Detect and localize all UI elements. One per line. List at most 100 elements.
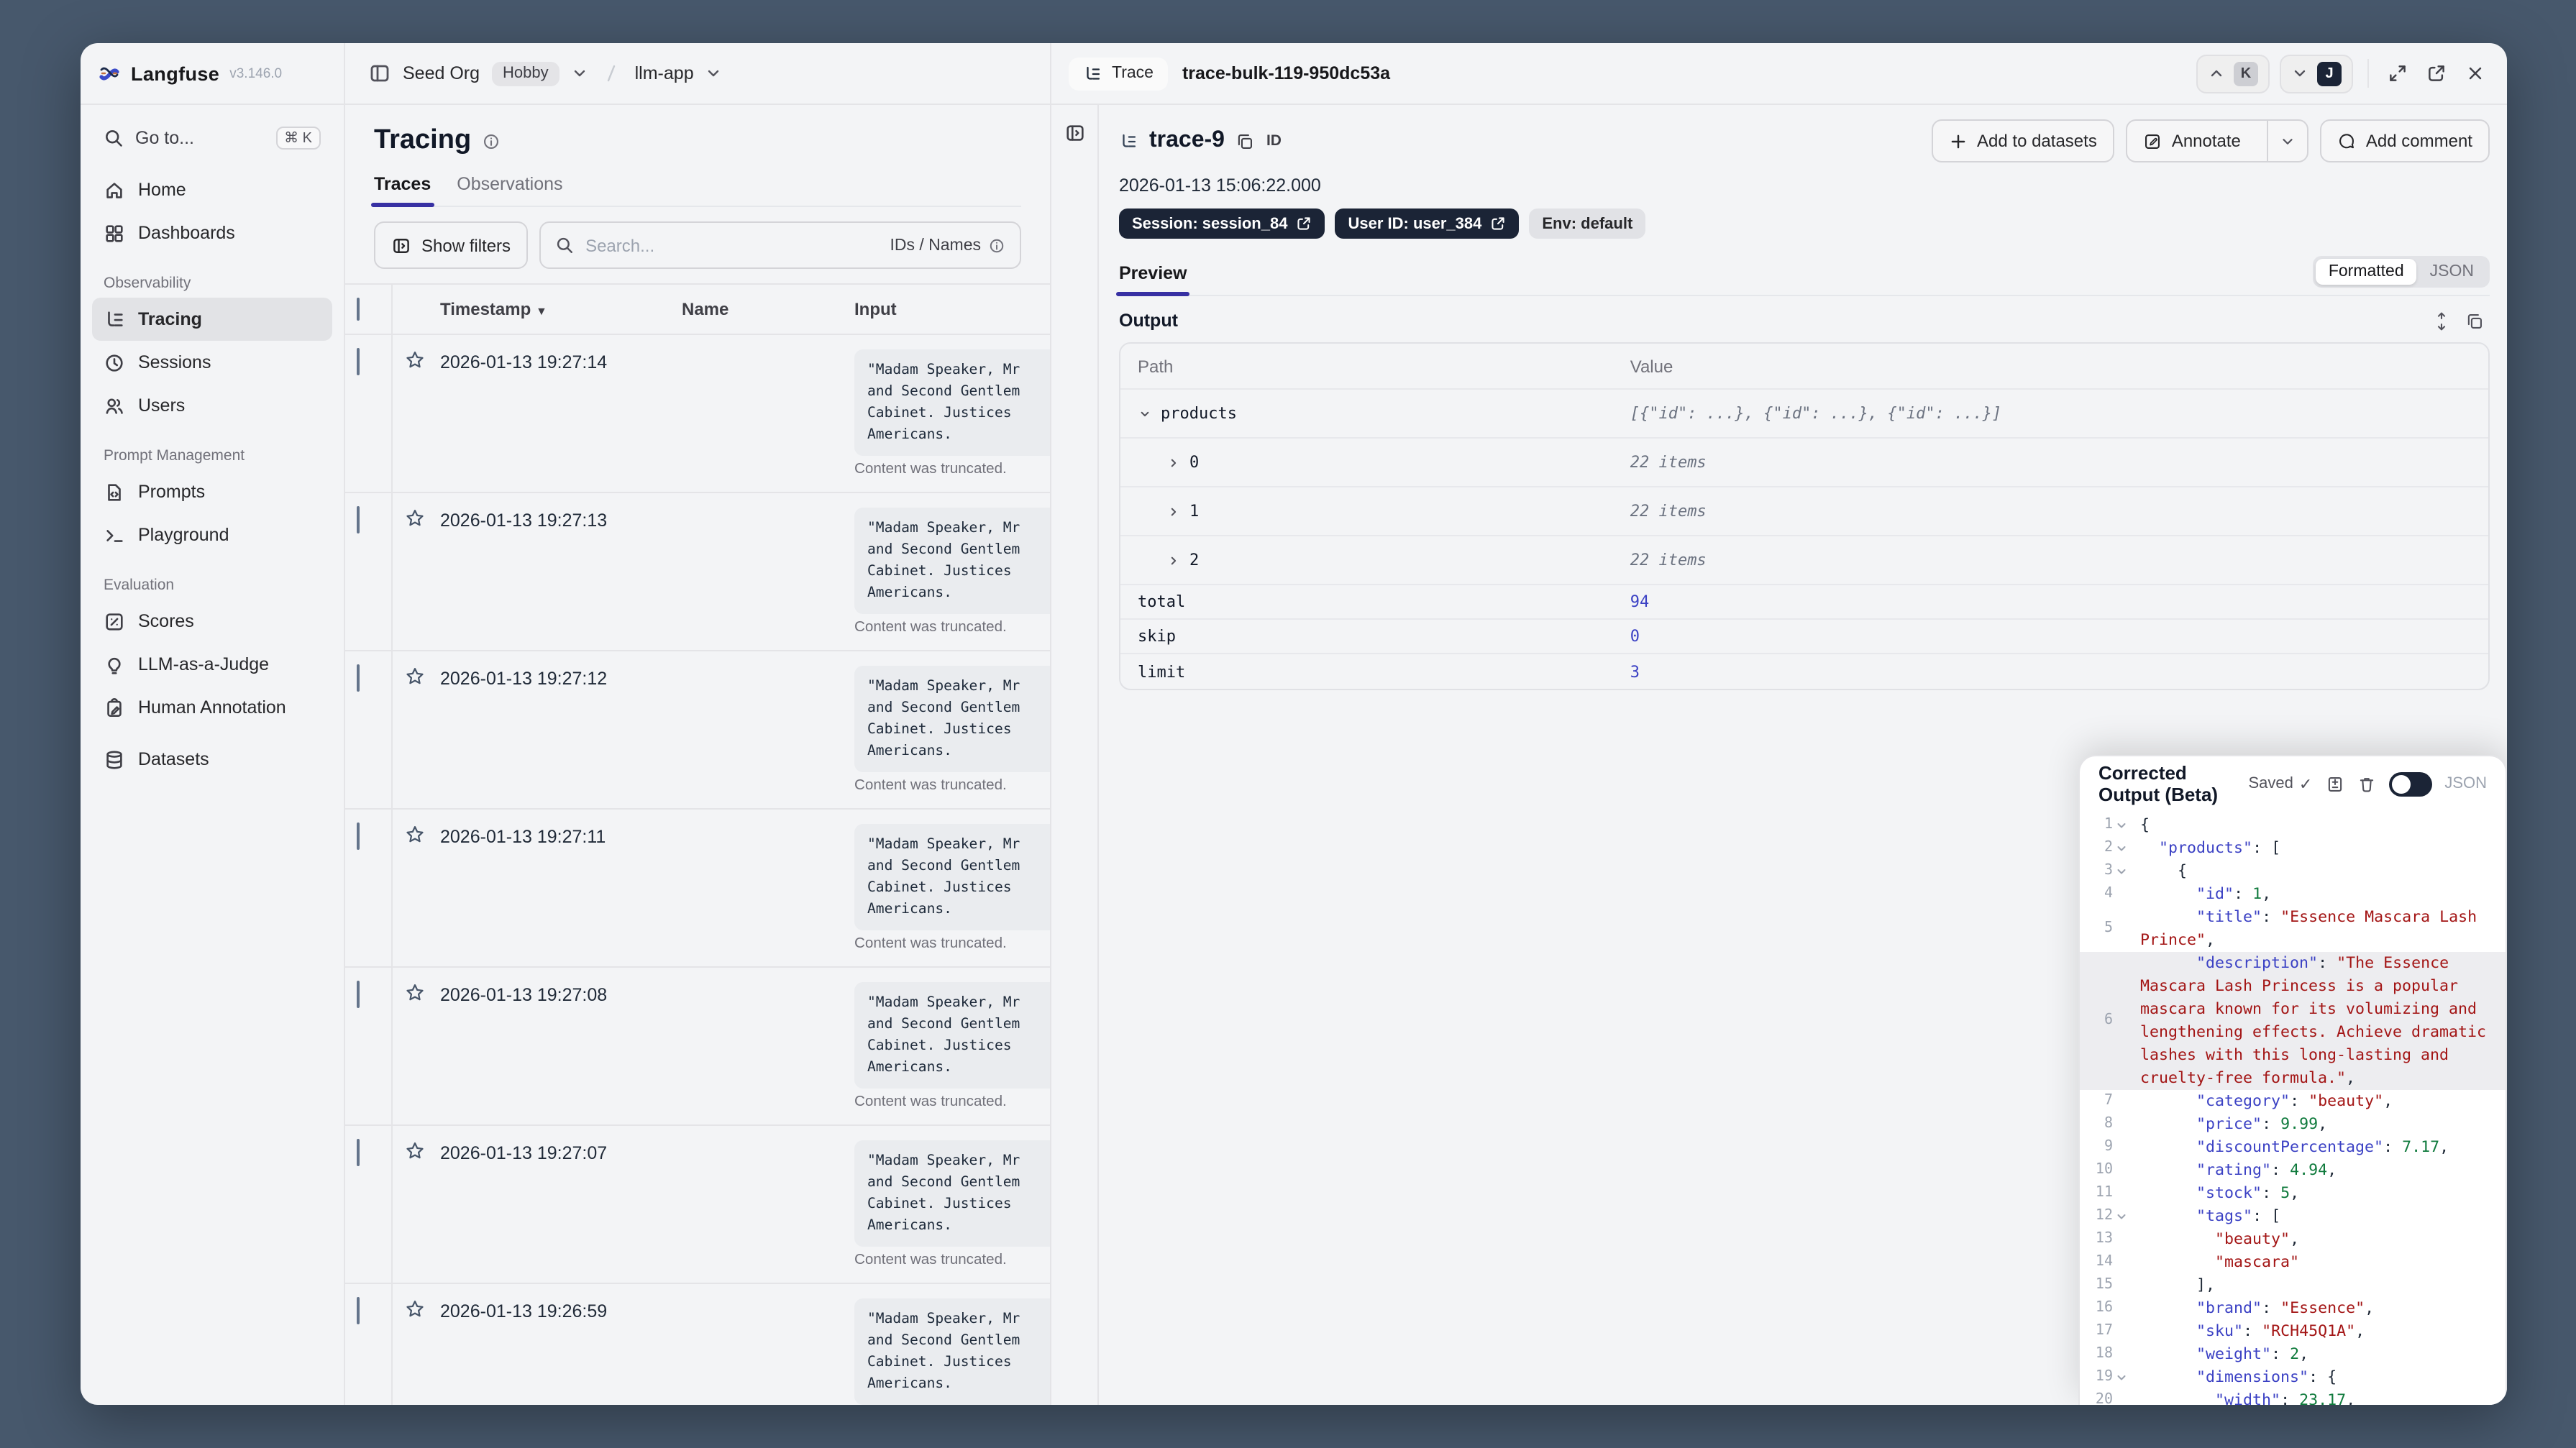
panel-open-icon[interactable] bbox=[1064, 122, 1085, 1405]
column-header-timestamp[interactable]: Timestamp ▼ bbox=[429, 283, 670, 335]
table-row[interactable]: 2026-01-13 19:26:59 "Madam Speaker, Mr a… bbox=[345, 1283, 1050, 1405]
output-column-path: Path bbox=[1138, 356, 1174, 376]
sidebar-item-playground[interactable]: Playground bbox=[92, 513, 332, 556]
fold-chevron-icon[interactable] bbox=[2116, 820, 2129, 831]
star-icon[interactable] bbox=[403, 508, 423, 529]
badge-session[interactable]: Session: session_84 bbox=[1119, 209, 1325, 239]
annotate-dropdown[interactable] bbox=[2266, 121, 2307, 161]
input-preview: "Madam Speaker, Mr and Second Gentlem Ca… bbox=[854, 666, 1050, 772]
org-name[interactable]: Seed Org bbox=[403, 63, 480, 83]
line-number: 14 bbox=[2095, 1254, 2113, 1270]
sidebar-item-sessions[interactable]: Sessions bbox=[92, 341, 332, 384]
output-path: skip bbox=[1138, 627, 1176, 646]
open-external-icon[interactable] bbox=[2422, 59, 2451, 88]
copy-icon[interactable] bbox=[1236, 132, 1255, 150]
goto-search[interactable]: Go to... ⌘ K bbox=[92, 116, 332, 160]
star-icon[interactable] bbox=[403, 349, 423, 371]
sidebar-item-scores[interactable]: Scores bbox=[92, 600, 332, 643]
tab-preview[interactable]: Preview bbox=[1115, 263, 1191, 296]
table-row[interactable]: 2026-01-13 19:27:07 "Madam Speaker, Mr a… bbox=[345, 1125, 1050, 1284]
table-row[interactable]: 2026-01-13 19:27:11 "Madam Speaker, Mr a… bbox=[345, 809, 1050, 968]
fold-chevron-icon[interactable] bbox=[2116, 1211, 2129, 1222]
badge-env[interactable]: Env: default bbox=[1529, 209, 1646, 239]
star-icon[interactable] bbox=[403, 1298, 423, 1320]
line-number: 4 bbox=[2104, 886, 2113, 902]
chevron-right-icon[interactable] bbox=[1166, 455, 1181, 469]
column-header-name[interactable]: Name bbox=[670, 283, 843, 335]
row-checkbox[interactable] bbox=[357, 506, 360, 533]
output-row[interactable]: total 94 bbox=[1120, 585, 2488, 620]
sidebar-item-datasets[interactable]: Datasets bbox=[92, 738, 332, 781]
fold-chevron-icon[interactable] bbox=[2116, 866, 2129, 877]
sidebar-item-prompts[interactable]: Prompts bbox=[92, 470, 332, 513]
chevron-right-icon[interactable] bbox=[1166, 504, 1181, 518]
star-icon[interactable] bbox=[403, 666, 423, 687]
line-number: 13 bbox=[2095, 1231, 2113, 1247]
project-name[interactable]: llm-app bbox=[635, 63, 694, 83]
row-checkbox[interactable] bbox=[357, 981, 360, 1008]
row-checkbox[interactable] bbox=[357, 1297, 360, 1324]
add-comment-button[interactable]: Add comment bbox=[2319, 119, 2490, 162]
info-icon[interactable] bbox=[481, 132, 500, 150]
output-row[interactable]: products [{"id": ...}, {"id": ...}, {"id… bbox=[1120, 390, 2488, 439]
table-row[interactable]: 2026-01-13 19:27:13 "Madam Speaker, Mr a… bbox=[345, 492, 1050, 651]
next-trace-button[interactable]: J bbox=[2280, 54, 2353, 93]
annotate-button[interactable]: Annotate bbox=[2127, 121, 2257, 161]
badge-user-id[interactable]: User ID: user_384 bbox=[1335, 209, 1520, 239]
project-chevron-down-icon[interactable] bbox=[705, 65, 723, 82]
format-option-formatted[interactable]: Formatted bbox=[2315, 259, 2417, 285]
org-chevron-down-icon[interactable] bbox=[572, 65, 589, 82]
copy-icon[interactable] bbox=[2465, 311, 2484, 330]
add-to-datasets-button[interactable]: Add to datasets bbox=[1931, 119, 2114, 162]
star-icon[interactable] bbox=[403, 824, 423, 846]
select-all-checkbox[interactable] bbox=[357, 298, 360, 321]
json-editor[interactable]: 1 { 2 "products": [ 3 { 4 "id": 1, 5 "ti… bbox=[2080, 811, 2506, 1405]
sidebar-item-users[interactable]: Users bbox=[92, 384, 332, 427]
unfold-vertical-icon[interactable] bbox=[2432, 311, 2451, 330]
sidebar-item-label: LLM-as-a-Judge bbox=[138, 654, 270, 674]
row-checkbox[interactable] bbox=[357, 664, 360, 692]
trash-icon[interactable] bbox=[2357, 774, 2375, 793]
row-checkbox[interactable] bbox=[357, 822, 360, 850]
row-checkbox[interactable] bbox=[357, 1139, 360, 1166]
star-icon[interactable] bbox=[403, 982, 423, 1004]
maximize-icon[interactable] bbox=[2383, 59, 2412, 88]
line-number: 10 bbox=[2095, 1162, 2113, 1178]
column-header-input[interactable]: Input bbox=[843, 283, 1050, 335]
table-row[interactable]: 2026-01-13 19:27:08 "Madam Speaker, Mr a… bbox=[345, 967, 1050, 1126]
format-option-json[interactable]: JSON bbox=[2417, 259, 2487, 285]
fold-chevron-icon[interactable] bbox=[2116, 843, 2129, 854]
diff-icon[interactable] bbox=[2325, 774, 2344, 793]
tab-traces[interactable]: Traces bbox=[371, 174, 434, 207]
output-row[interactable]: limit 3 bbox=[1120, 654, 2488, 689]
show-filters-button[interactable]: Show filters bbox=[374, 221, 529, 269]
search-box[interactable]: IDs / Names bbox=[539, 221, 1021, 269]
output-row[interactable]: skip 0 bbox=[1120, 620, 2488, 654]
close-icon[interactable] bbox=[2461, 59, 2490, 88]
tab-observations[interactable]: Observations bbox=[457, 174, 562, 206]
search-icon bbox=[104, 128, 124, 148]
line-number: 12 bbox=[2095, 1208, 2113, 1224]
row-checkbox[interactable] bbox=[357, 348, 360, 375]
json-toggle[interactable] bbox=[2388, 771, 2432, 796]
sidebar-item-human-annotation[interactable]: Human Annotation bbox=[92, 686, 332, 729]
table-row[interactable]: 2026-01-13 19:27:14 "Madam Speaker, Mr a… bbox=[345, 334, 1050, 493]
fold-chevron-icon[interactable] bbox=[2116, 1372, 2129, 1383]
output-row[interactable]: 2 22 items bbox=[1120, 536, 2488, 585]
sidebar-item-dashboards[interactable]: Dashboards bbox=[92, 211, 332, 255]
plan-badge[interactable]: Hobby bbox=[491, 61, 560, 86]
chevron-down-icon[interactable] bbox=[1138, 406, 1152, 421]
prev-trace-button[interactable]: K bbox=[2196, 54, 2270, 93]
sidebar-item-label: Sessions bbox=[138, 352, 211, 372]
sidebar-item-tracing[interactable]: Tracing bbox=[92, 298, 332, 341]
search-input[interactable] bbox=[585, 235, 879, 255]
star-icon[interactable] bbox=[403, 1140, 423, 1162]
search-scope[interactable]: IDs / Names bbox=[890, 237, 1005, 254]
output-row[interactable]: 1 22 items bbox=[1120, 487, 2488, 536]
sidebar-item-llm-as-a-judge[interactable]: LLM-as-a-Judge bbox=[92, 643, 332, 686]
chevron-right-icon[interactable] bbox=[1166, 553, 1181, 567]
output-row[interactable]: 0 22 items bbox=[1120, 439, 2488, 487]
table-row[interactable]: 2026-01-13 19:27:12 "Madam Speaker, Mr a… bbox=[345, 651, 1050, 810]
sidebar-item-home[interactable]: Home bbox=[92, 168, 332, 211]
panel-left-icon[interactable] bbox=[368, 62, 391, 85]
